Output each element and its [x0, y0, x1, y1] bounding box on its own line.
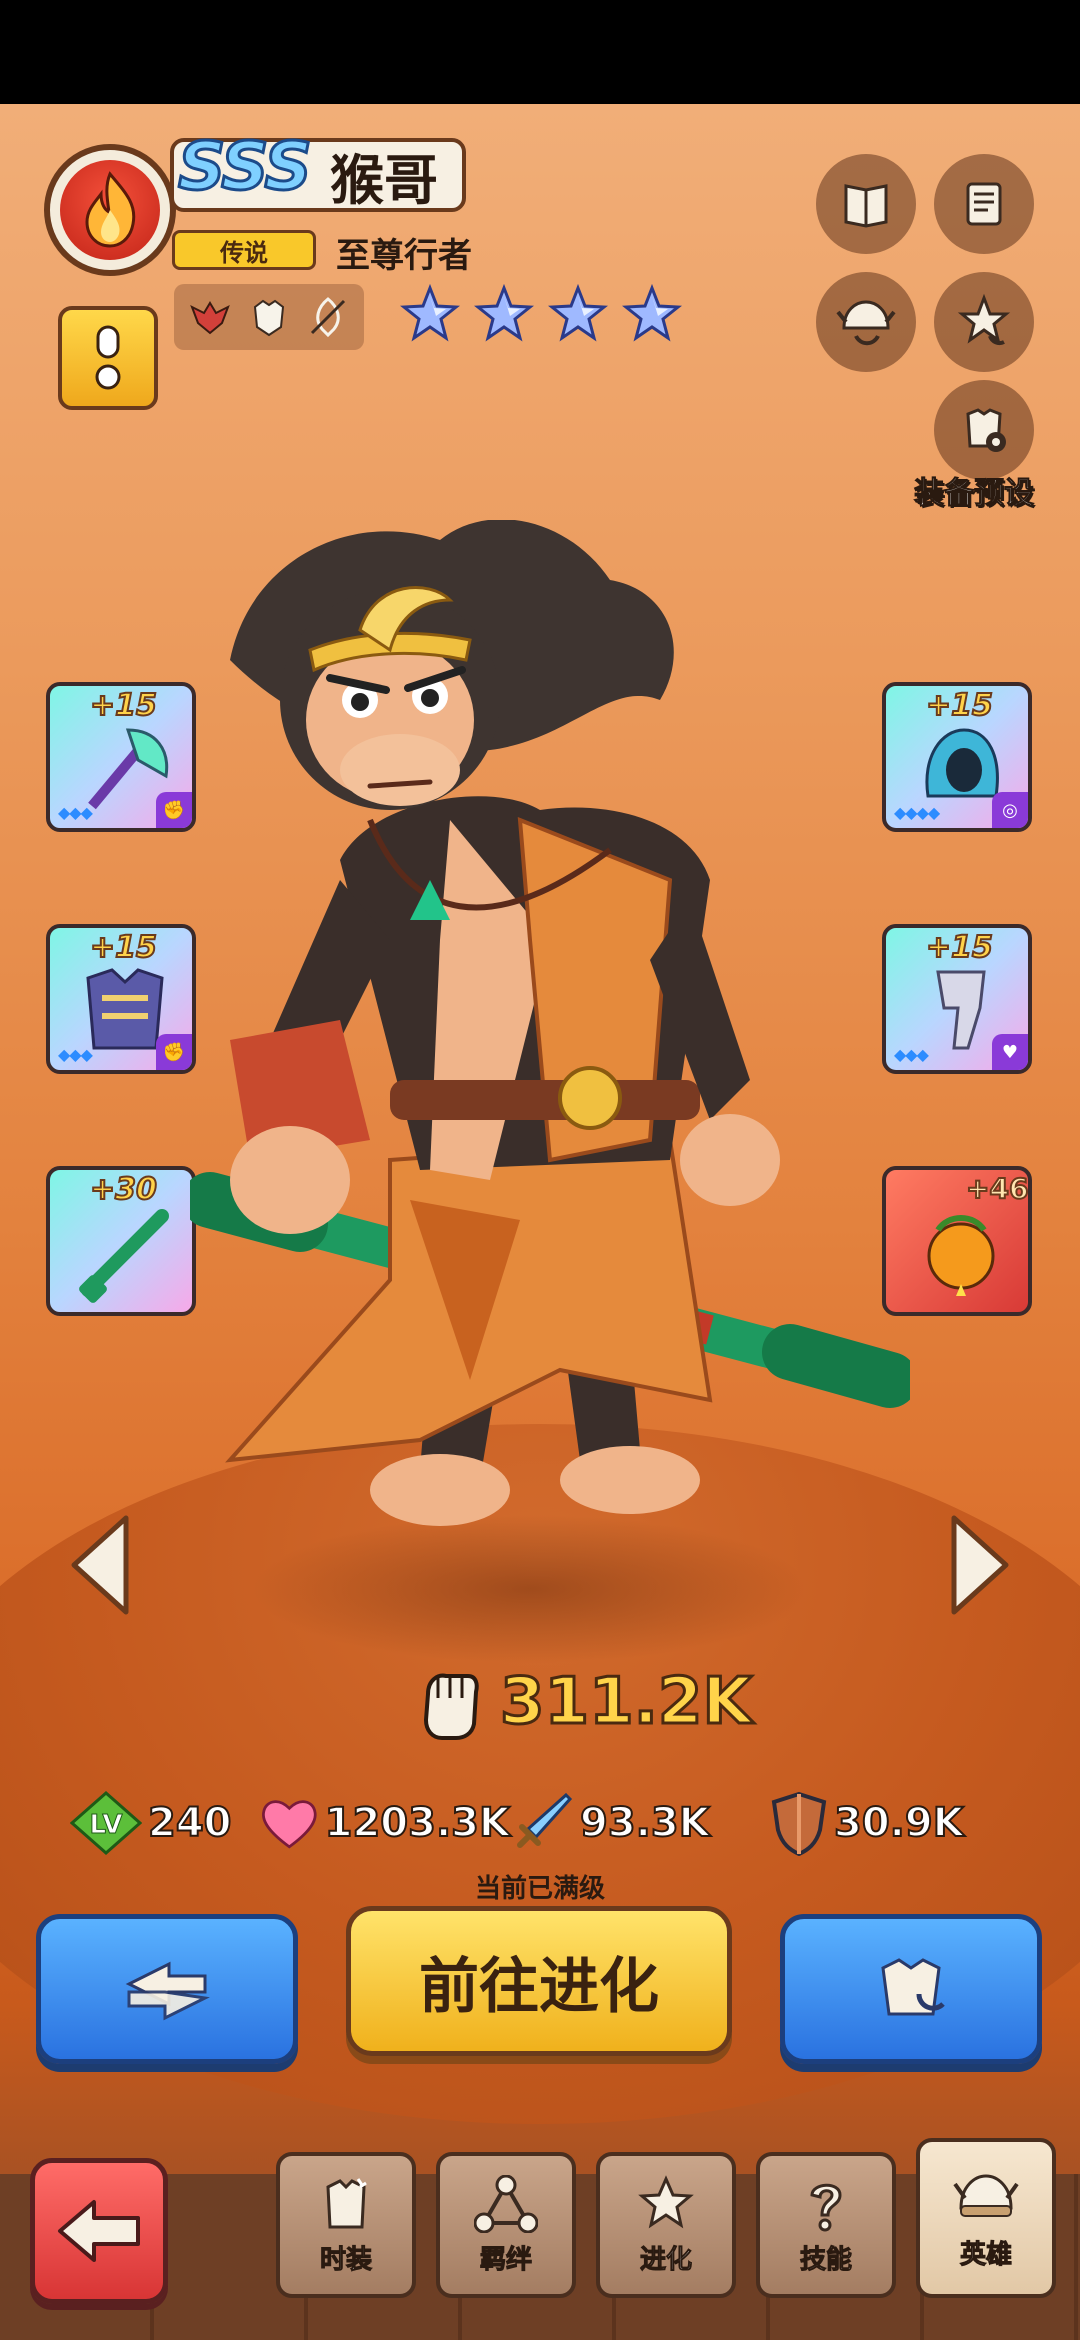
star-swap-button[interactable]: [934, 272, 1034, 372]
equip-level: +15: [925, 929, 994, 966]
status-bar: [0, 0, 1080, 104]
scroll-icon: [966, 182, 1002, 226]
staff-weapon-icon: [79, 1209, 169, 1303]
equip-slot-armor[interactable]: +15 ◆◆◆ ✊: [46, 924, 196, 1074]
book-icon: [844, 184, 888, 228]
golden-fruit-icon: [927, 1215, 995, 1296]
equip-slot-staff[interactable]: +30: [46, 1166, 196, 1316]
next-hero-arrow[interactable]: [944, 1510, 1014, 1620]
swap-equipment-right-button[interactable]: [780, 1914, 1042, 2064]
exclamation-icon: [95, 325, 121, 390]
star-swap-icon: [957, 293, 1011, 346]
tab-skill[interactable]: 技能: [756, 2152, 896, 2298]
attack-stat: 93.3K: [510, 1791, 770, 1855]
rarity-badge: 传说: [172, 230, 316, 270]
tab-evolve[interactable]: 进化: [596, 2152, 736, 2298]
armor-gear-icon: [966, 408, 1006, 452]
hero-stats: LV 240 1203.3K 93.3K 30.9K: [70, 1790, 1030, 1856]
book-button[interactable]: [816, 154, 916, 254]
tab-label: 技能: [799, 2244, 852, 2275]
swap-shirt-icon: [881, 1958, 945, 2016]
fire-element-badge[interactable]: [44, 144, 176, 276]
scroll-button[interactable]: [934, 154, 1034, 254]
target-type-icon: ◎: [992, 792, 1028, 828]
level-badge-icon: LV: [70, 1791, 142, 1855]
shield-icon: [771, 1791, 827, 1856]
fist-type-icon: ✊: [156, 1034, 192, 1070]
fist-type-icon: ✊: [156, 792, 192, 828]
defense-stat: 30.9K: [770, 1790, 990, 1856]
maxed-note: 当前已满级: [474, 1874, 605, 1904]
helmet-swap-button[interactable]: [816, 272, 916, 372]
swap-equipment-left-button[interactable]: [36, 1914, 298, 2064]
previous-hero-arrow[interactable]: [66, 1510, 136, 1620]
level-stat: LV 240: [70, 1791, 260, 1855]
tab-bond[interactable]: 羁绊: [436, 2152, 576, 2298]
hero-helmet-icon: [953, 2173, 1019, 2217]
hp-value: 1203.3K: [324, 1799, 511, 1847]
star-icon: [622, 284, 682, 342]
equip-gems: ◆◆◆: [58, 803, 93, 822]
sword-icon: [517, 1792, 573, 1848]
heart-type-icon: ♥: [992, 1034, 1028, 1070]
power-display: 311.2K: [416, 1664, 754, 1741]
equip-slot-weapon[interactable]: +15 ◆◆◆ ✊: [46, 682, 196, 832]
tab-label: 进化: [639, 2244, 692, 2275]
tab-label: 羁绊: [479, 2244, 532, 2275]
hero-title: 至尊行者: [336, 236, 472, 276]
winged-trait-icon: [189, 301, 230, 335]
equip-gems: ◆◆◆: [58, 1045, 93, 1064]
hp-stat: 1203.3K: [260, 1793, 511, 1853]
equip-level: +30: [89, 1171, 158, 1208]
fire-icon: [85, 171, 136, 248]
defense-value: 30.9K: [833, 1799, 965, 1847]
tab-label: 时装: [319, 2244, 372, 2275]
swap-arrows-icon: [125, 1961, 210, 2021]
tab-outfit[interactable]: 时装: [276, 2152, 416, 2298]
equip-level: +15: [89, 929, 158, 966]
equip-level: +15: [925, 687, 994, 724]
armor-trait-icon: [253, 299, 285, 337]
hero-grade: SSS: [177, 127, 314, 207]
info-button[interactable]: [58, 306, 158, 410]
fist-power-icon: [423, 1673, 479, 1740]
trait-strip[interactable]: [174, 284, 364, 350]
star-rating: [400, 284, 682, 344]
equip-level: +46: [965, 1171, 1029, 1206]
star-icon: [400, 284, 460, 342]
heart-icon: [262, 1800, 317, 1849]
tab-hero[interactable]: 英雄: [916, 2138, 1056, 2298]
back-button[interactable]: [30, 2158, 168, 2304]
hero-name: 猴哥: [330, 149, 438, 212]
level-label: LV: [89, 1810, 122, 1840]
attack-value: 93.3K: [579, 1799, 711, 1847]
hero-character-model: [190, 520, 910, 1526]
back-arrow-icon: [58, 2200, 140, 2262]
power-value: 311.2K: [498, 1664, 753, 1741]
go-evolve-button[interactable]: 前往进化: [346, 1906, 732, 2056]
tab-label: 英雄: [959, 2239, 1012, 2270]
star-icon: [548, 284, 608, 342]
equip-level: +15: [89, 687, 158, 724]
evolve-star-icon: [638, 2174, 694, 2228]
equipment-preset-label: 装备预设: [914, 476, 1035, 512]
helmet-swap-icon: [836, 300, 896, 346]
outfit-icon: [326, 2177, 367, 2228]
level-value: 240: [147, 1799, 232, 1847]
equipment-preset-button[interactable]: [934, 380, 1034, 480]
leaf-trait-icon: [311, 297, 346, 338]
bond-icon: [474, 2174, 538, 2233]
star-icon: [474, 284, 534, 342]
skill-icon: [810, 2183, 842, 2231]
